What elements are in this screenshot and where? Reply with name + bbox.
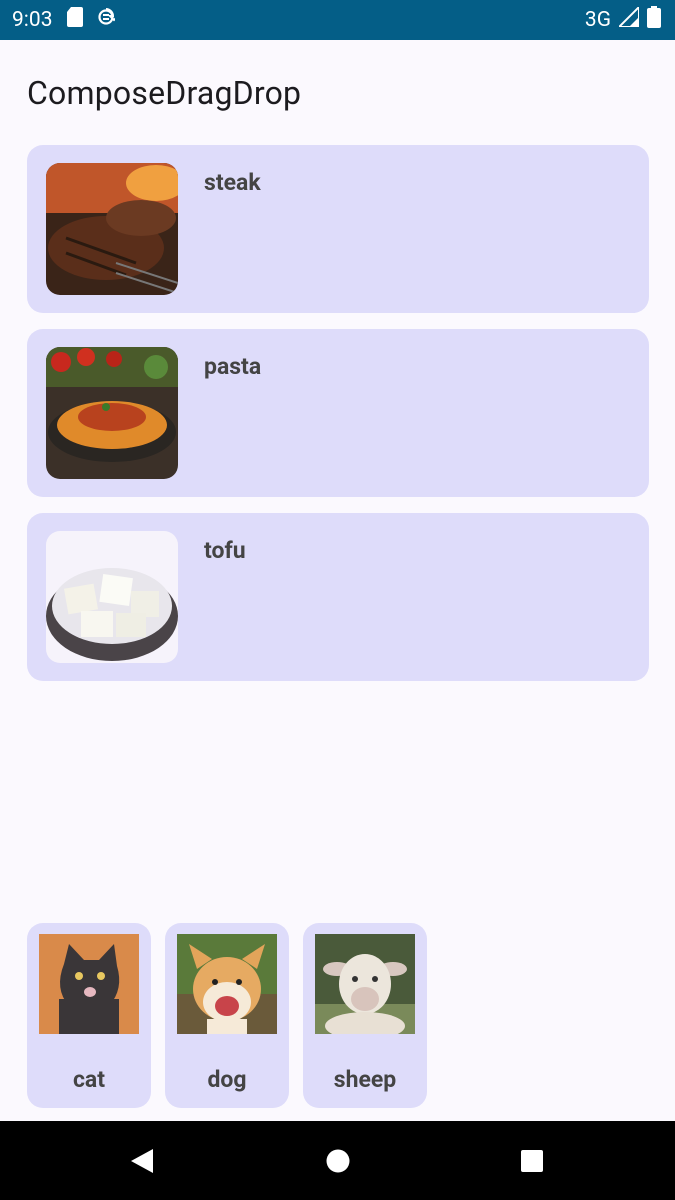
tofu-image xyxy=(46,531,178,663)
steak-image xyxy=(46,163,178,295)
food-card-steak[interactable]: steak xyxy=(27,145,649,313)
home-icon[interactable] xyxy=(298,1121,378,1200)
animal-label: cat xyxy=(72,1066,106,1093)
recents-icon[interactable] xyxy=(492,1121,572,1200)
battery-icon xyxy=(647,6,661,34)
food-label: pasta xyxy=(204,353,262,380)
food-card-tofu[interactable]: tofu xyxy=(27,513,649,681)
signal-icon xyxy=(616,4,640,33)
pasta-image xyxy=(46,347,178,479)
status-right: 3G xyxy=(584,4,661,34)
food-label: tofu xyxy=(204,537,246,564)
animal-label: sheep xyxy=(333,1066,397,1093)
status-time: 9:03 xyxy=(12,8,53,32)
app-title: ComposeDragDrop xyxy=(27,74,302,112)
animal-card-sheep[interactable]: sheep xyxy=(303,923,427,1108)
animal-label: dog xyxy=(207,1066,247,1093)
status-left: 9:03 xyxy=(12,7,120,33)
sheep-image xyxy=(315,934,415,1034)
network-type: 3G xyxy=(584,8,611,32)
status-bar: 9:03 3G xyxy=(0,0,675,40)
dog-image xyxy=(177,934,277,1034)
sd-card-icon xyxy=(66,7,83,33)
back-icon[interactable] xyxy=(102,1121,182,1200)
sync-icon xyxy=(97,7,120,33)
animal-card-cat[interactable]: cat xyxy=(27,923,151,1108)
food-card-pasta[interactable]: pasta xyxy=(27,329,649,497)
navigation-bar xyxy=(0,1121,675,1200)
food-label: steak xyxy=(204,169,261,196)
animal-card-dog[interactable]: dog xyxy=(165,923,289,1108)
cat-image xyxy=(39,934,139,1034)
